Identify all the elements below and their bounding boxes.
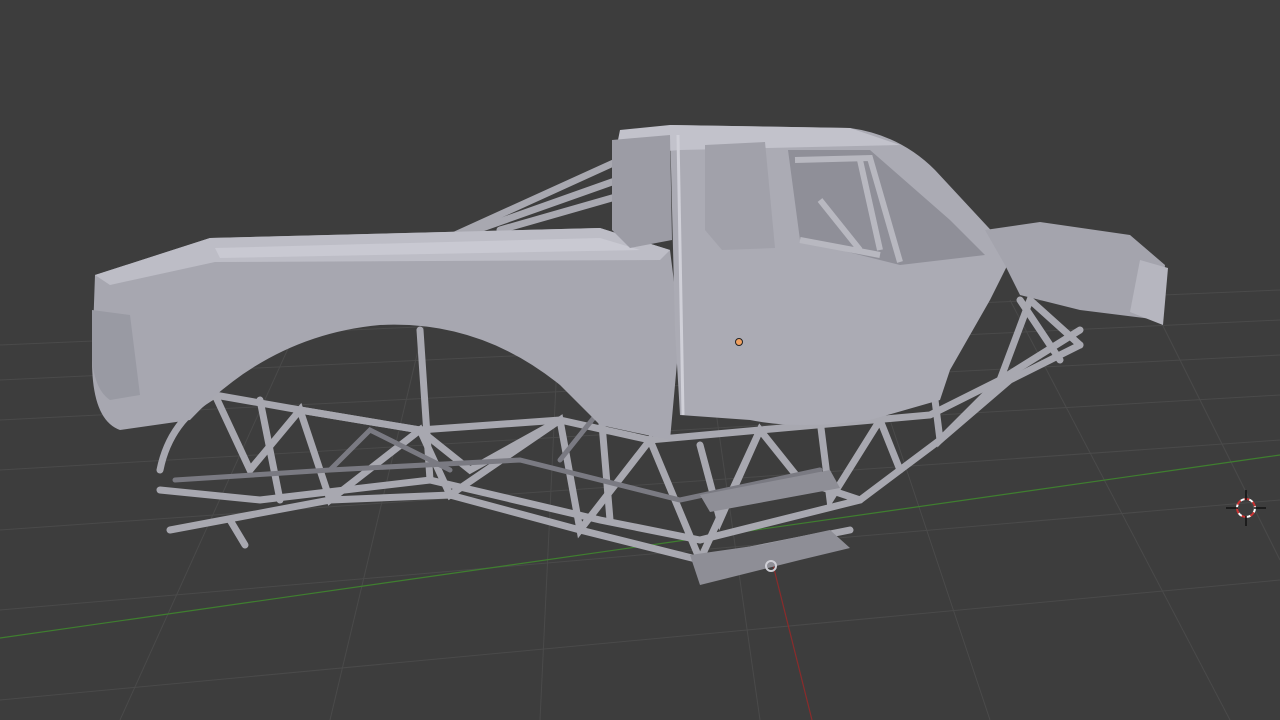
cab-rear-window: [612, 135, 672, 248]
3d-viewport[interactable]: [0, 0, 1280, 720]
x-axis-line: [767, 544, 813, 720]
object-origin-point[interactable]: [735, 338, 743, 346]
side-rear-window: [705, 142, 775, 250]
viewport-canvas: [0, 125, 1280, 720]
